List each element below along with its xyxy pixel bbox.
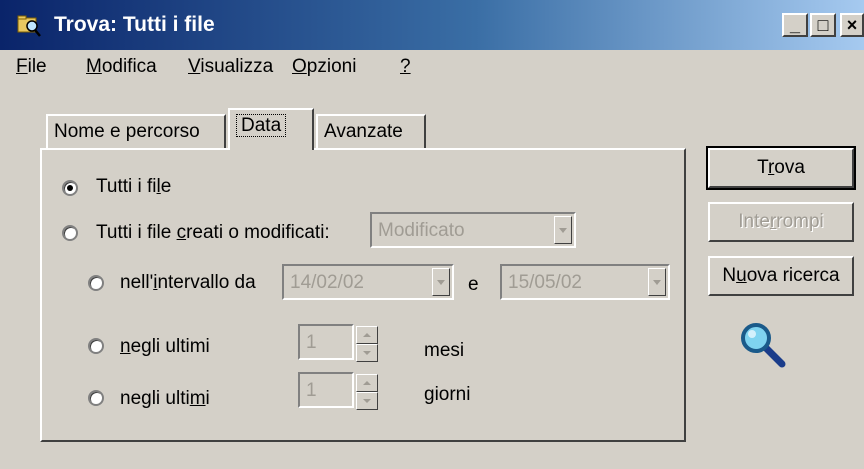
spin-down-icon[interactable] (356, 392, 378, 410)
tab-label: Nome e percorso (54, 121, 200, 142)
date-to-value: 15/05/02 (508, 272, 582, 293)
radio-ultimi-mesi-label: negli ultimi (120, 336, 210, 357)
menu-file[interactable]: File (16, 56, 47, 78)
months-spinner-arrows[interactable] (356, 326, 378, 362)
spin-up-icon[interactable] (356, 326, 378, 344)
months-spinner[interactable]: 1 (298, 324, 378, 362)
menu-help[interactable]: ? (400, 56, 411, 78)
close-button[interactable]: × (840, 13, 864, 37)
tab-avanzate[interactable]: Avanzate (316, 114, 426, 150)
date-to-picker[interactable]: 15/05/02 (500, 264, 670, 300)
days-unit-label: giorni (424, 384, 471, 405)
spin-up-icon[interactable] (356, 374, 378, 392)
date-type-combo[interactable]: Modificato (370, 212, 576, 248)
search-folder-icon (16, 12, 42, 38)
spin-down-icon[interactable] (356, 344, 378, 362)
date-from-picker[interactable]: 14/02/02 (282, 264, 454, 300)
radio-ultimi-giorni[interactable] (88, 390, 104, 406)
radio-intervallo[interactable] (88, 275, 104, 291)
radio-ultimi-giorni-label: negli ultimi (120, 388, 210, 409)
radio-creati-modificati[interactable] (62, 225, 78, 241)
radio-intervallo-label: nell'intervallo da (120, 272, 256, 293)
tab-nome-e-percorso[interactable]: Nome e percorso (46, 114, 226, 150)
magnifier-icon (738, 320, 788, 370)
stop-button[interactable]: Interrompi (708, 202, 854, 242)
menu-bar: File Modifica Visualizza Opzioni ? (0, 50, 864, 86)
days-spinner-arrows[interactable] (356, 374, 378, 410)
minimize-button[interactable]: _ (782, 13, 808, 37)
days-value: 1 (306, 380, 317, 401)
window-title: Trova: Tutti i file (54, 13, 215, 36)
tab-data[interactable]: Data (228, 108, 314, 150)
date-type-value: Modificato (378, 220, 465, 241)
radio-tutti-i-file[interactable] (62, 180, 78, 196)
radio-tutti-i-file-label: Tutti i file (96, 176, 172, 197)
menu-opzioni[interactable]: Opzioni (292, 56, 356, 78)
find-button[interactable]: Trova (706, 146, 856, 190)
chevron-down-icon[interactable] (432, 268, 450, 296)
new-search-button[interactable]: Nuova ricerca (708, 256, 854, 296)
maximize-button[interactable]: □ (810, 13, 836, 37)
date-range-separator: e (468, 274, 479, 295)
months-value: 1 (306, 332, 317, 353)
chevron-down-icon[interactable] (648, 268, 666, 296)
tab-label: Data (236, 114, 287, 137)
radio-creati-modificati-label: Tutti i file creati o modificati: (96, 222, 330, 243)
menu-visualizza[interactable]: Visualizza (188, 56, 273, 78)
menu-modifica[interactable]: Modifica (86, 56, 157, 78)
tab-label: Avanzate (324, 121, 403, 142)
radio-ultimi-mesi[interactable] (88, 338, 104, 354)
months-unit-label: mesi (424, 340, 465, 361)
chevron-down-icon[interactable] (554, 216, 572, 244)
date-from-value: 14/02/02 (290, 272, 364, 293)
radio-dot (67, 185, 73, 191)
title-bar[interactable]: Trova: Tutti i file _ □ × (0, 0, 864, 50)
days-spinner[interactable]: 1 (298, 372, 378, 410)
